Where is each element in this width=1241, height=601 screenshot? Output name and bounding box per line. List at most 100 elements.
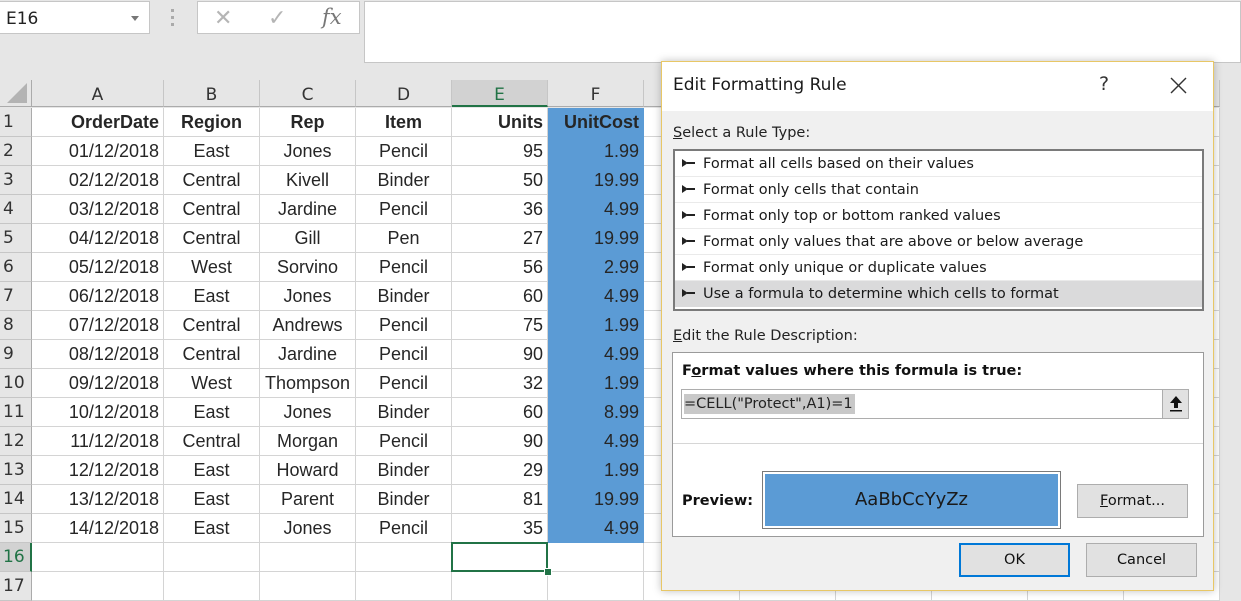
cancel-entry-icon[interactable]: ✕ xyxy=(214,5,232,31)
table-cell[interactable]: Jones xyxy=(260,137,356,166)
rule-type-item[interactable]: Format only top or bottom ranked values xyxy=(675,203,1202,229)
table-cell[interactable]: 04/12/2018 xyxy=(32,224,164,253)
table-cell[interactable]: 12/12/2018 xyxy=(32,456,164,485)
table-cell[interactable]: Howard xyxy=(260,456,356,485)
table-cell[interactable]: 08/12/2018 xyxy=(32,340,164,369)
table-cell[interactable]: 56 xyxy=(452,253,548,282)
header-cell[interactable]: Item xyxy=(356,108,452,137)
table-cell[interactable]: 90 xyxy=(452,340,548,369)
confirm-entry-icon[interactable]: ✓ xyxy=(268,5,286,31)
table-cell[interactable]: 81 xyxy=(452,485,548,514)
empty-cell[interactable] xyxy=(356,572,452,601)
table-cell[interactable]: 11/12/2018 xyxy=(32,427,164,456)
row-header-8[interactable]: 8 xyxy=(0,311,32,340)
select-all-button[interactable] xyxy=(0,80,32,107)
name-box[interactable]: E16 xyxy=(0,1,150,34)
table-cell[interactable]: 13/12/2018 xyxy=(32,485,164,514)
fill-handle[interactable] xyxy=(544,568,552,576)
table-cell[interactable]: Kivell xyxy=(260,166,356,195)
formula-input[interactable] xyxy=(364,1,1241,63)
table-cell[interactable]: 01/12/2018 xyxy=(32,137,164,166)
table-cell[interactable]: Pencil xyxy=(356,311,452,340)
table-cell[interactable]: 1.99 xyxy=(548,137,644,166)
table-cell[interactable]: Andrews xyxy=(260,311,356,340)
empty-cell[interactable] xyxy=(260,572,356,601)
table-cell[interactable]: Pencil xyxy=(356,340,452,369)
table-cell[interactable]: 4.99 xyxy=(548,195,644,224)
column-header-f[interactable]: F xyxy=(548,80,644,107)
rule-type-item[interactable]: Use a formula to determine which cells t… xyxy=(675,281,1202,307)
table-cell[interactable]: 4.99 xyxy=(548,340,644,369)
close-button[interactable] xyxy=(1162,70,1194,100)
empty-cell[interactable] xyxy=(164,572,260,601)
rule-type-list[interactable]: Format all cells based on their values Fo… xyxy=(673,149,1204,311)
table-cell[interactable]: 1.99 xyxy=(548,456,644,485)
table-cell[interactable]: Binder xyxy=(356,282,452,311)
table-cell[interactable]: Pencil xyxy=(356,369,452,398)
table-cell[interactable]: Central xyxy=(164,311,260,340)
table-cell[interactable]: East xyxy=(164,485,260,514)
empty-cell[interactable] xyxy=(164,543,260,572)
empty-cell[interactable] xyxy=(32,543,164,572)
table-cell[interactable]: 1.99 xyxy=(548,369,644,398)
table-cell[interactable]: 19.99 xyxy=(548,166,644,195)
column-header-a[interactable]: A xyxy=(32,80,164,107)
table-cell[interactable]: 4.99 xyxy=(548,427,644,456)
header-cell[interactable]: UnitCost xyxy=(548,108,644,137)
header-cell[interactable]: OrderDate xyxy=(32,108,164,137)
table-cell[interactable]: 36 xyxy=(452,195,548,224)
row-header-7[interactable]: 7 xyxy=(0,282,32,311)
table-cell[interactable]: 03/12/2018 xyxy=(32,195,164,224)
row-header-6[interactable]: 6 xyxy=(0,253,32,282)
table-cell[interactable]: 27 xyxy=(452,224,548,253)
table-cell[interactable]: Central xyxy=(164,427,260,456)
rule-type-item[interactable]: Format only cells that contain xyxy=(675,177,1202,203)
table-cell[interactable]: 95 xyxy=(452,137,548,166)
header-cell[interactable]: Region xyxy=(164,108,260,137)
table-cell[interactable]: Morgan xyxy=(260,427,356,456)
rule-type-item[interactable]: Format only values that are above or bel… xyxy=(675,229,1202,255)
collapse-dialog-button[interactable] xyxy=(1162,390,1188,418)
table-cell[interactable]: Jones xyxy=(260,282,356,311)
dialog-titlebar[interactable]: Edit Formatting Rule ? xyxy=(662,62,1213,111)
row-header-9[interactable]: 9 xyxy=(0,340,32,369)
column-header-e[interactable]: E xyxy=(452,80,548,107)
table-cell[interactable]: Parent xyxy=(260,485,356,514)
row-header-2[interactable]: 2 xyxy=(0,137,32,166)
table-cell[interactable]: 19.99 xyxy=(548,485,644,514)
empty-cell[interactable] xyxy=(356,543,452,572)
table-cell[interactable]: 8.99 xyxy=(548,398,644,427)
cancel-button[interactable]: Cancel xyxy=(1086,543,1197,577)
row-header-4[interactable]: 4 xyxy=(0,195,32,224)
empty-cell[interactable] xyxy=(452,572,548,601)
table-cell[interactable]: Binder xyxy=(356,485,452,514)
formula-bar-grip[interactable] xyxy=(171,9,174,27)
header-cell[interactable]: Units xyxy=(452,108,548,137)
row-header-5[interactable]: 5 xyxy=(0,224,32,253)
rule-type-item[interactable]: Format only unique or duplicate values xyxy=(675,255,1202,281)
row-header-16[interactable]: 16 xyxy=(0,543,32,572)
table-cell[interactable]: East xyxy=(164,514,260,543)
table-cell[interactable]: Gill xyxy=(260,224,356,253)
table-cell[interactable]: Pencil xyxy=(356,253,452,282)
empty-cell[interactable] xyxy=(548,543,644,572)
table-cell[interactable]: 75 xyxy=(452,311,548,340)
table-cell[interactable]: 29 xyxy=(452,456,548,485)
table-cell[interactable]: East xyxy=(164,282,260,311)
table-cell[interactable]: Binder xyxy=(356,456,452,485)
table-cell[interactable]: 10/12/2018 xyxy=(32,398,164,427)
table-cell[interactable]: 02/12/2018 xyxy=(32,166,164,195)
table-cell[interactable]: 50 xyxy=(452,166,548,195)
column-header-d[interactable]: D xyxy=(356,80,452,107)
row-header-13[interactable]: 13 xyxy=(0,456,32,485)
name-box-dropdown-icon[interactable] xyxy=(131,16,139,21)
table-cell[interactable]: 60 xyxy=(452,282,548,311)
table-cell[interactable]: 32 xyxy=(452,369,548,398)
table-cell[interactable]: Pencil xyxy=(356,137,452,166)
empty-cell[interactable] xyxy=(260,543,356,572)
table-cell[interactable]: 05/12/2018 xyxy=(32,253,164,282)
table-cell[interactable]: West xyxy=(164,253,260,282)
row-header-15[interactable]: 15 xyxy=(0,514,32,543)
table-cell[interactable]: East xyxy=(164,137,260,166)
active-cell-selection[interactable] xyxy=(451,542,548,572)
